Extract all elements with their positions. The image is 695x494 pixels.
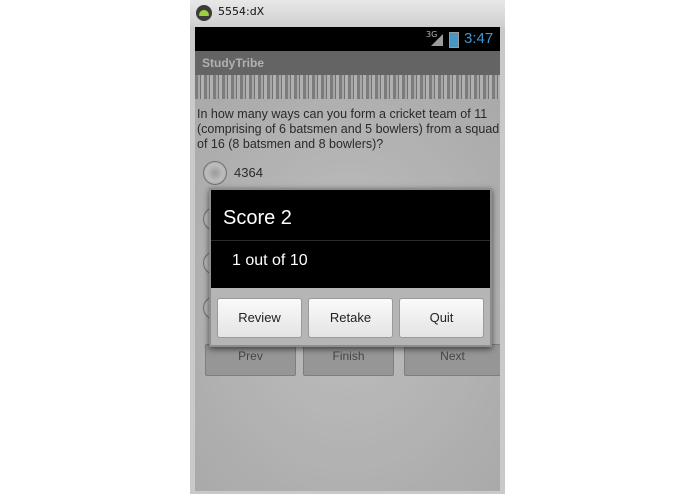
- dialog-button-bar: Review Retake Quit: [211, 288, 490, 345]
- dialog-message: 1 out of 10: [232, 252, 308, 269]
- emulator-title: 5554:dX: [218, 5, 265, 18]
- device-screen: 3G 3:47 StudyTribe In how many ways can …: [195, 27, 500, 491]
- dialog-divider: [211, 240, 490, 241]
- retake-button[interactable]: Retake: [308, 298, 393, 338]
- emulator-window: 5554:dX 3G 3:47 StudyTribe In how many w…: [190, 0, 505, 494]
- score-dialog: Score 2 1 out of 10 Review Retake Quit: [209, 188, 492, 347]
- review-button[interactable]: Review: [217, 298, 302, 338]
- android-logo-icon: [196, 5, 212, 21]
- emulator-title-bar: 5554:dX: [190, 0, 505, 27]
- dialog-title: Score 2: [223, 207, 292, 229]
- quit-button[interactable]: Quit: [399, 298, 484, 338]
